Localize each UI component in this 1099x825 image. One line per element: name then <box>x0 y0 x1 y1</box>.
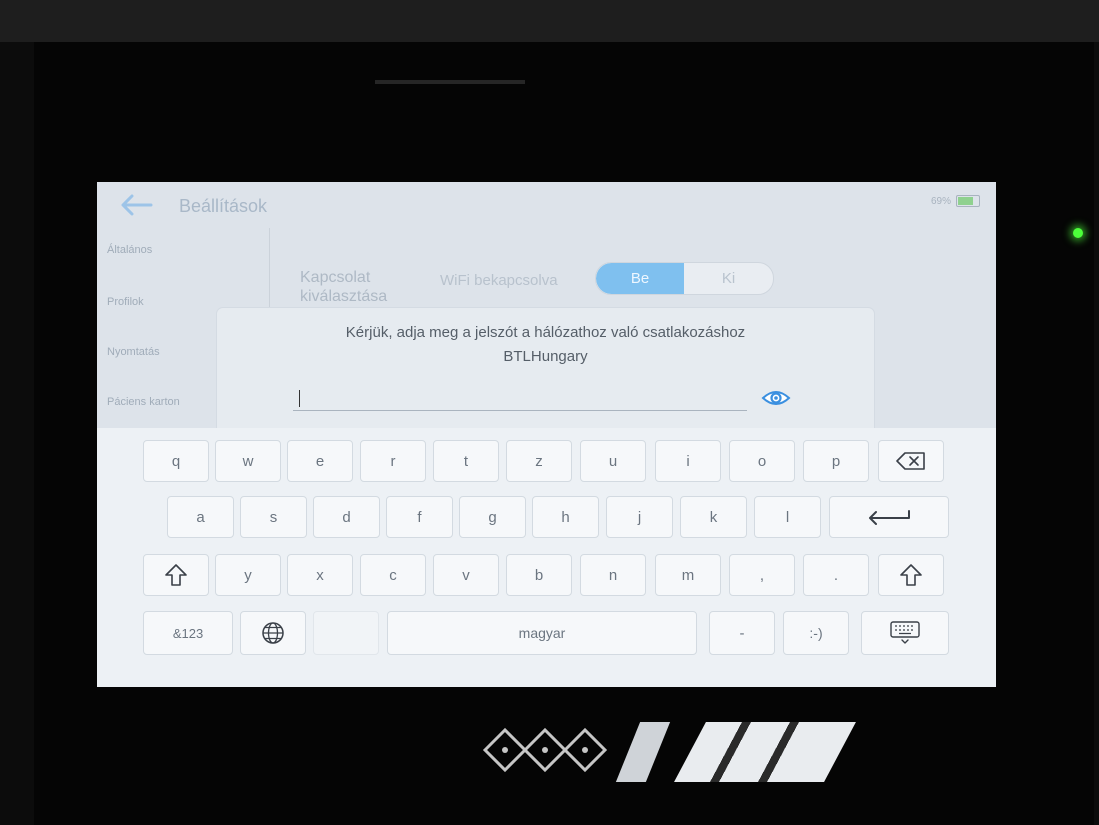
onscreen-keyboard: q w e r t z u i o p a s d f g h j k l y … <box>97 428 996 687</box>
shift-icon <box>165 564 187 586</box>
page-title: Beállítások <box>179 196 268 216</box>
shift-key-left[interactable] <box>143 554 209 596</box>
key-s[interactable]: s <box>240 496 307 538</box>
key-period[interactable]: . <box>803 554 869 596</box>
battery-percent: 69% <box>930 195 951 207</box>
key-l[interactable]: l <box>754 496 821 538</box>
key-comma[interactable]: , <box>729 554 795 596</box>
network-name: BTLHungary <box>503 348 588 365</box>
hide-keyboard-key[interactable] <box>861 611 949 655</box>
toggle-off-option[interactable]: Ki <box>684 263 773 294</box>
key-h[interactable]: h <box>532 496 599 538</box>
top-bar: Beállítások 69% <box>97 182 996 228</box>
backspace-key[interactable] <box>878 440 944 482</box>
device-frame-top <box>0 0 1099 42</box>
eye-icon <box>761 391 791 405</box>
status-led <box>1073 228 1083 238</box>
space-key[interactable]: magyar <box>387 611 697 655</box>
key-u[interactable]: u <box>580 440 646 482</box>
bezel-glare <box>375 80 525 84</box>
key-k[interactable]: k <box>680 496 747 538</box>
sidebar-item-general[interactable]: Általános <box>107 244 152 256</box>
key-y[interactable]: y <box>215 554 281 596</box>
key-g[interactable]: g <box>459 496 526 538</box>
sidebar-item-patient-card[interactable]: Páciens karton <box>107 396 180 408</box>
device-screen: Beállítások 69% Általános Profilok Nyomt… <box>97 182 996 687</box>
key-a[interactable]: a <box>167 496 234 538</box>
sidebar-item-profiles[interactable]: Profilok <box>107 296 144 308</box>
key-v[interactable]: v <box>433 554 499 596</box>
key-smiley[interactable]: :-) <box>783 611 849 655</box>
wifi-label: WiFi bekapcsolva <box>440 272 558 289</box>
wifi-toggle[interactable]: Be Ki <box>595 262 774 295</box>
text-caret <box>299 390 300 407</box>
password-input[interactable] <box>293 385 747 411</box>
password-dialog: Kérjük, adja meg a jelszót a hálózathoz … <box>217 308 874 440</box>
key-t[interactable]: t <box>433 440 499 482</box>
key-p[interactable]: p <box>803 440 869 482</box>
battery-indicator: 69% <box>931 195 980 207</box>
key-r[interactable]: r <box>360 440 426 482</box>
show-password-button[interactable] <box>758 383 794 413</box>
battery-icon <box>956 195 980 207</box>
back-arrow-icon[interactable] <box>115 190 155 220</box>
key-o[interactable]: o <box>729 440 795 482</box>
btl-logo <box>482 727 608 773</box>
language-key[interactable] <box>240 611 306 655</box>
enter-icon <box>869 510 910 525</box>
key-blank[interactable] <box>313 611 379 655</box>
backspace-icon <box>896 452 925 470</box>
key-w[interactable]: w <box>215 440 281 482</box>
key-i[interactable]: i <box>655 440 721 482</box>
key-f[interactable]: f <box>386 496 453 538</box>
key-n[interactable]: n <box>580 554 646 596</box>
key-q[interactable]: q <box>143 440 209 482</box>
window-reflection <box>674 722 856 782</box>
toggle-on-option[interactable]: Be <box>596 263 684 294</box>
enter-key[interactable] <box>829 496 949 538</box>
globe-icon <box>262 622 284 644</box>
sidebar-item-printing[interactable]: Nyomtatás <box>107 346 160 358</box>
keyboard-hide-icon <box>890 621 920 644</box>
key-z[interactable]: z <box>506 440 572 482</box>
dialog-prompt: Kérjük, adja meg a jelszót a hálózathoz … <box>345 324 746 341</box>
key-j[interactable]: j <box>606 496 673 538</box>
shift-key-right[interactable] <box>878 554 944 596</box>
key-b[interactable]: b <box>506 554 572 596</box>
key-d[interactable]: d <box>313 496 380 538</box>
connection-label: Kapcsolat kiválasztása <box>300 269 388 305</box>
symbols-key[interactable]: &123 <box>143 611 233 655</box>
key-m[interactable]: m <box>655 554 721 596</box>
key-c[interactable]: c <box>360 554 426 596</box>
key-x[interactable]: x <box>287 554 353 596</box>
key-dash[interactable]: - <box>709 611 775 655</box>
key-e[interactable]: e <box>287 440 353 482</box>
shift-icon <box>900 564 922 586</box>
